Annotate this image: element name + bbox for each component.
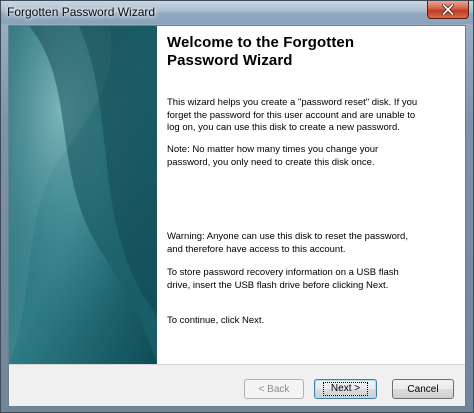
usb-line-2: drive, insert the USB flash drive before…: [167, 279, 389, 291]
usb-paragraph: To store password recovery information o…: [167, 267, 459, 292]
close-icon: [442, 4, 454, 15]
continue-line: To continue, click Next.: [167, 315, 265, 326]
wizard-heading: Welcome to the Forgotten Password Wizard: [167, 34, 459, 70]
note-line-2: password, you only need to create this d…: [167, 156, 375, 168]
note-line-1: Note: No matter how many times you chang…: [167, 144, 379, 155]
next-button-label: Next >: [322, 382, 369, 396]
window-title: Forgotten Password Wizard: [7, 5, 156, 19]
heading-line-1: Welcome to the Forgotten: [167, 34, 355, 51]
cancel-button[interactable]: Cancel: [392, 379, 454, 399]
warning-paragraph: Warning: Anyone can use this disk to res…: [167, 231, 459, 256]
warning-line-2: and therefore have access to this accoun…: [167, 243, 346, 255]
wizard-client-area: Welcome to the Forgotten Password Wizard…: [8, 25, 466, 407]
note-paragraph: Note: No matter how many times you chang…: [167, 144, 459, 169]
intro-paragraph: This wizard helps you create a "password…: [167, 97, 459, 135]
continue-paragraph: To continue, click Next.: [167, 315, 459, 328]
next-button[interactable]: Next >: [314, 379, 377, 399]
heading-line-2: Password Wizard: [167, 52, 293, 69]
intro-line-3: log on, you can use this disk to create …: [167, 122, 400, 133]
wizard-window: Forgotten Password Wizard Welcome to the…: [0, 0, 474, 413]
wizard-content: Welcome to the Forgotten Password Wizard…: [167, 34, 459, 326]
close-button[interactable]: [427, 1, 469, 19]
intro-line-2: forget the password for this user accoun…: [167, 109, 416, 121]
title-bar[interactable]: Forgotten Password Wizard: [1, 1, 473, 24]
usb-line-1: To store password recovery information o…: [167, 267, 399, 278]
warning-line-1: Warning: Anyone can use this disk to res…: [167, 231, 408, 242]
intro-line-1: This wizard helps you create a "password…: [167, 97, 418, 108]
wizard-footer: < Back Next > Cancel: [9, 364, 465, 406]
back-button[interactable]: < Back: [244, 379, 304, 399]
wizard-banner-image: [9, 26, 157, 364]
